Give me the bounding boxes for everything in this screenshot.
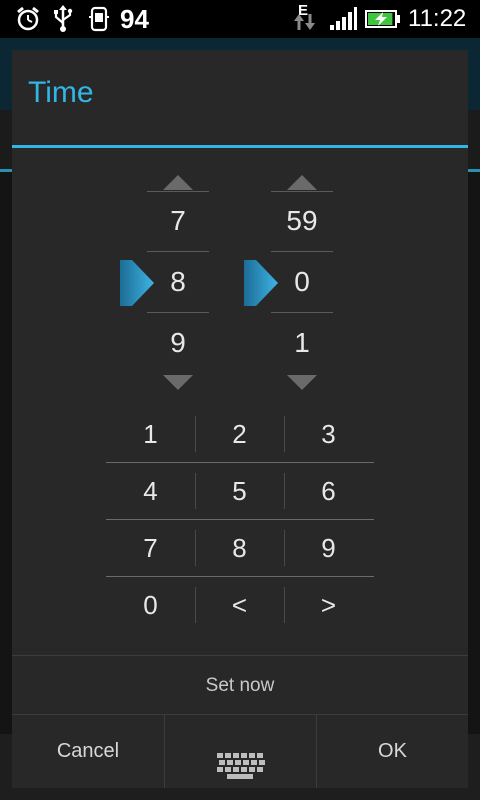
battery-percent-label: 94 (120, 4, 149, 34)
keyboard-toggle-button[interactable] (164, 715, 316, 788)
keypad-column-divider (284, 416, 285, 452)
dialog-button-bar: Cancel OK (12, 715, 468, 788)
keypad-column-divider (284, 587, 285, 623)
keypad-row: 7 8 9 (106, 520, 374, 577)
key-0[interactable]: 0 (106, 577, 195, 634)
hour-previous-value[interactable]: 7 (147, 191, 209, 251)
minute-decrement-arrow-icon[interactable] (287, 375, 317, 390)
keypad-row: 4 5 6 (106, 463, 374, 520)
key-next-field[interactable]: > (284, 577, 373, 634)
minute-next-value[interactable]: 1 (271, 313, 333, 373)
hour-current-value[interactable]: 8 (147, 252, 209, 312)
key-6[interactable]: 6 (284, 463, 373, 520)
key-3[interactable]: 3 (284, 406, 373, 463)
key-8[interactable]: 8 (195, 520, 284, 577)
minute-increment-arrow-icon[interactable] (287, 175, 317, 190)
hour-selection-pointer-icon (120, 260, 154, 310)
keyboard-icon (217, 739, 267, 800)
key-9[interactable]: 9 (284, 520, 373, 577)
time-picker-dialog: Time 7 8 9 59 0 1 1 2 3 4 5 6 7 8 9 0 < … (12, 50, 468, 788)
key-7[interactable]: 7 (106, 520, 195, 577)
keypad-column-divider (284, 473, 285, 509)
android-debug-icon (86, 0, 112, 38)
ok-button[interactable]: OK (316, 715, 468, 788)
key-5[interactable]: 5 (195, 463, 284, 520)
keypad-column-divider (195, 473, 196, 509)
dialog-title: Time (28, 76, 94, 109)
hour-decrement-arrow-icon[interactable] (163, 375, 193, 390)
data-arrows-icon (292, 8, 318, 36)
minute-previous-value[interactable]: 59 (271, 191, 333, 251)
keypad-column-divider (195, 530, 196, 566)
keypad-column-divider (284, 530, 285, 566)
cancel-button[interactable]: Cancel (12, 715, 164, 788)
set-now-button[interactable]: Set now (12, 656, 468, 714)
minute-current-value[interactable]: 0 (271, 252, 333, 312)
keypad-column-divider (195, 587, 196, 623)
keypad-row: 1 2 3 (106, 406, 374, 463)
key-previous-field[interactable]: < (195, 577, 284, 634)
signal-icon (328, 0, 358, 38)
minute-selection-pointer-icon (244, 260, 278, 310)
hour-increment-arrow-icon[interactable] (163, 175, 193, 190)
clock: 11:22 (408, 5, 467, 32)
usb-icon (50, 0, 76, 38)
battery-charging-icon (364, 0, 402, 38)
keypad-row: 0 < > (106, 577, 374, 634)
hour-next-value[interactable]: 9 (147, 313, 209, 373)
title-divider (12, 145, 468, 148)
key-2[interactable]: 2 (195, 406, 284, 463)
key-1[interactable]: 1 (106, 406, 195, 463)
status-bar: 94 E 11:22 (0, 0, 480, 38)
key-4[interactable]: 4 (106, 463, 195, 520)
alarm-icon (14, 0, 42, 38)
keypad-column-divider (195, 416, 196, 452)
